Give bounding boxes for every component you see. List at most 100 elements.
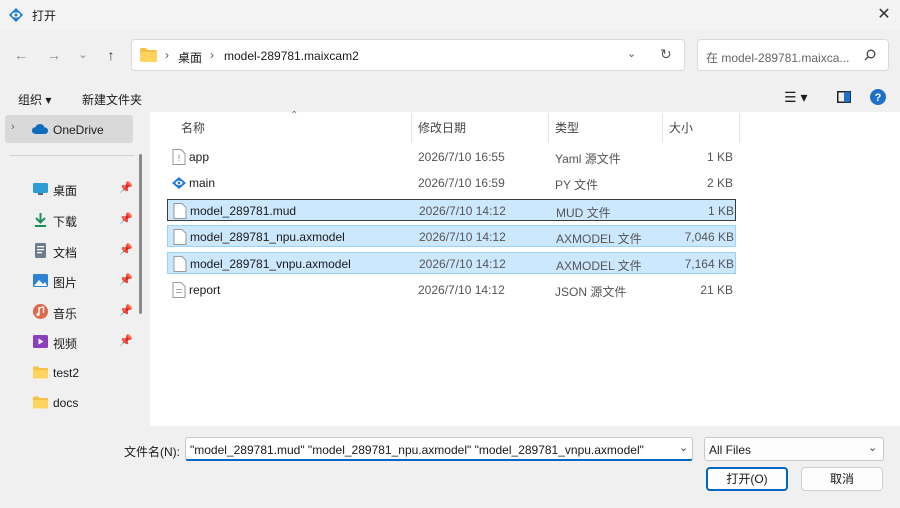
sidebar-item-videos[interactable]: 视频 📌 [30,329,140,355]
sidebar-item-label: 桌面 [53,184,78,198]
file-size: 1 KB [706,150,733,164]
video-icon [33,335,48,348]
file-row-selected[interactable]: model_289781_vnpu.axmodel 2026/7/10 14:1… [167,252,736,274]
filename-dropdown-icon[interactable]: ⌄ [679,441,688,454]
sidebar-item-pictures[interactable]: 图片 📌 [30,268,140,294]
breadcrumb-separator: › [210,48,214,62]
folder-icon [33,396,48,409]
column-header-name[interactable]: 名称 [181,119,205,136]
file-row-selected[interactable]: model_289781.mud 2026/7/10 14:12 MUD 文件 … [167,199,736,221]
sidebar-item-label: OneDrive [53,123,104,137]
pin-icon: 📌 [119,335,133,347]
filename-label: 文件名(N): [124,445,180,459]
breadcrumb-desktop[interactable]: 桌面 [178,49,202,66]
file-size: 1 KB [707,204,734,218]
file-icon [173,203,187,219]
pin-icon: 📌 [119,213,133,225]
dialog-footer: 文件名(N): "model_289781.mud" "model_289781… [0,426,900,508]
filename-value: "model_289781.mud" "model_289781_npu.axm… [190,443,644,457]
file-type: PY 文件 [555,178,599,192]
forward-button[interactable]: → [43,44,65,66]
organize-button[interactable]: 组织 ▾ [18,91,51,108]
file-type: AXMODEL 文件 [556,232,642,246]
column-separator[interactable] [548,114,549,142]
file-type-value: All Files [709,443,752,457]
file-type: Yaml 源文件 [555,152,621,166]
preview-pane-icon[interactable] [837,91,851,103]
open-button[interactable]: 打开(O) [706,467,788,491]
svg-text:?: ? [875,92,882,104]
file-row[interactable]: ! app 2026/7/10 16:55 Yaml 源文件 1 KB [167,146,736,168]
sidebar-scrollbar[interactable] [139,154,142,314]
filename-input[interactable]: "model_289781.mud" "model_289781_npu.axm… [185,437,693,461]
sidebar-item-label: 图片 [53,276,78,290]
onedrive-cloud-icon [32,124,48,134]
file-type-select[interactable]: All Files ⌄ [704,437,884,461]
file-size: 7,046 KB [684,230,734,244]
search-input[interactable]: 在 model-289781.maixca... [697,39,889,71]
organize-label: 组织 [18,93,43,107]
file-type: MUD 文件 [556,206,611,220]
sidebar-item-onedrive[interactable]: › OneDrive [5,115,133,143]
column-header-date[interactable]: 修改日期 [418,119,466,136]
file-row[interactable]: main 2026/7/10 16:59 PY 文件 2 KB [167,172,736,194]
file-name: model_289781_vnpu.axmodel [190,257,351,271]
cancel-button[interactable]: 取消 [801,467,883,491]
column-header-type[interactable]: 类型 [555,119,579,136]
breadcrumb-current-folder[interactable]: model-289781.maixcam2 [224,49,359,63]
file-row[interactable]: report 2026/7/10 14:12 JSON 源文件 21 KB [167,279,736,301]
sidebar-item-test2[interactable]: test2 [30,360,140,386]
file-type: AXMODEL 文件 [556,259,642,273]
sidebar-item-label: docs [53,396,79,410]
python-file-icon [172,177,186,189]
file-row-selected[interactable]: model_289781_npu.axmodel 2026/7/10 14:12… [167,225,736,247]
file-date: 2026/7/10 16:59 [418,176,505,190]
file-icon [173,256,187,272]
file-list: ⌃ 名称 修改日期 类型 大小 ! app 2026/7/10 16:55 Ya… [150,110,900,426]
back-button[interactable]: ← [10,44,32,66]
music-icon [33,304,48,319]
sidebar-item-label: 文档 [53,246,78,260]
expand-chevron-icon[interactable]: › [11,121,15,133]
folder-icon [33,366,48,379]
title-bar: 打开 ✕ [0,0,900,30]
sidebar-item-label: 音乐 [53,307,78,321]
up-button[interactable]: ↑ [100,44,122,66]
file-date: 2026/7/10 14:12 [419,230,506,244]
file-icon [173,229,187,245]
recent-locations-button[interactable]: ⌄ [72,44,94,66]
address-bar[interactable]: › 桌面 › model-289781.maixcam2 ⌄ ↻ [131,39,685,71]
file-name: main [189,176,216,190]
file-date: 2026/7/10 14:12 [419,204,506,218]
column-separator[interactable] [411,114,412,142]
address-dropdown-icon[interactable]: ⌄ [627,47,636,60]
folder-icon [140,48,157,62]
column-separator[interactable] [739,114,740,142]
desktop-icon [33,183,48,195]
close-button[interactable]: ✕ [872,4,896,26]
download-icon [35,213,46,227]
sidebar-item-desktop[interactable]: 桌面 📌 [30,176,140,202]
view-menu-icon[interactable]: ☰ ▾ [784,89,807,106]
help-icon[interactable]: ? [870,89,886,105]
refresh-icon[interactable]: ↻ [660,46,672,63]
sidebar-item-downloads[interactable]: 下载 📌 [30,207,140,233]
column-separator[interactable] [662,114,663,142]
breadcrumb-separator: › [165,48,169,62]
pin-icon: 📌 [119,305,133,317]
svg-text:!: ! [178,153,181,163]
file-name: model_289781_npu.axmodel [190,230,345,244]
file-date: 2026/7/10 14:12 [419,257,506,271]
file-name: report [189,283,221,297]
file-name: model_289781.mud [190,204,297,218]
yaml-file-icon: ! [172,149,186,165]
new-folder-button[interactable]: 新建文件夹 [82,91,142,108]
sidebar-item-documents[interactable]: 文档 📌 [30,238,140,264]
column-header-size[interactable]: 大小 [669,119,693,136]
divider [10,155,134,156]
file-size: 2 KB [706,176,733,190]
pin-icon: 📌 [119,182,133,194]
sidebar-item-docs[interactable]: docs [30,390,140,416]
sidebar-item-music[interactable]: 音乐 📌 [30,299,140,325]
search-icon[interactable] [864,49,876,61]
